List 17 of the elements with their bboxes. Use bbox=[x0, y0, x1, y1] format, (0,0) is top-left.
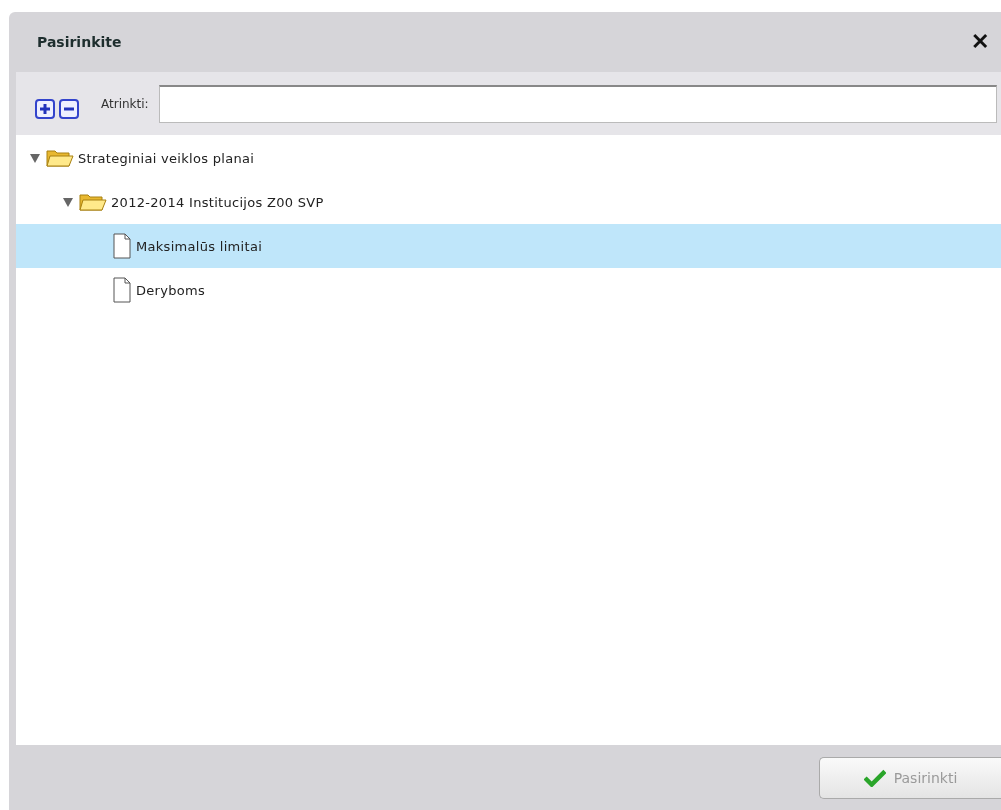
dialog-title: Pasirinkite bbox=[37, 34, 122, 50]
filter-field[interactable] bbox=[158, 84, 997, 123]
collapse-triangle-icon[interactable] bbox=[63, 197, 73, 207]
tree-item[interactable]: 2012-2014 Institucijos Z00 SVP bbox=[16, 180, 1001, 224]
tree-item[interactable]: Deryboms bbox=[16, 268, 1001, 312]
folder-icon bbox=[46, 148, 74, 168]
tree-item[interactable]: Maksimalūs limitai bbox=[16, 224, 1001, 268]
checkmark-icon bbox=[863, 768, 886, 787]
expand-all-icon[interactable] bbox=[35, 98, 55, 119]
filter-label: Atrinkti: bbox=[101, 96, 149, 111]
collapse-all-icon[interactable] bbox=[59, 98, 79, 119]
tree-item[interactable]: Strateginiai veiklos planai bbox=[16, 136, 1001, 180]
close-button[interactable]: ✕ bbox=[967, 29, 993, 55]
document-icon bbox=[112, 233, 132, 259]
folder-icon bbox=[79, 192, 107, 212]
document-icon bbox=[112, 277, 132, 303]
collapse-triangle-icon[interactable] bbox=[30, 153, 40, 163]
